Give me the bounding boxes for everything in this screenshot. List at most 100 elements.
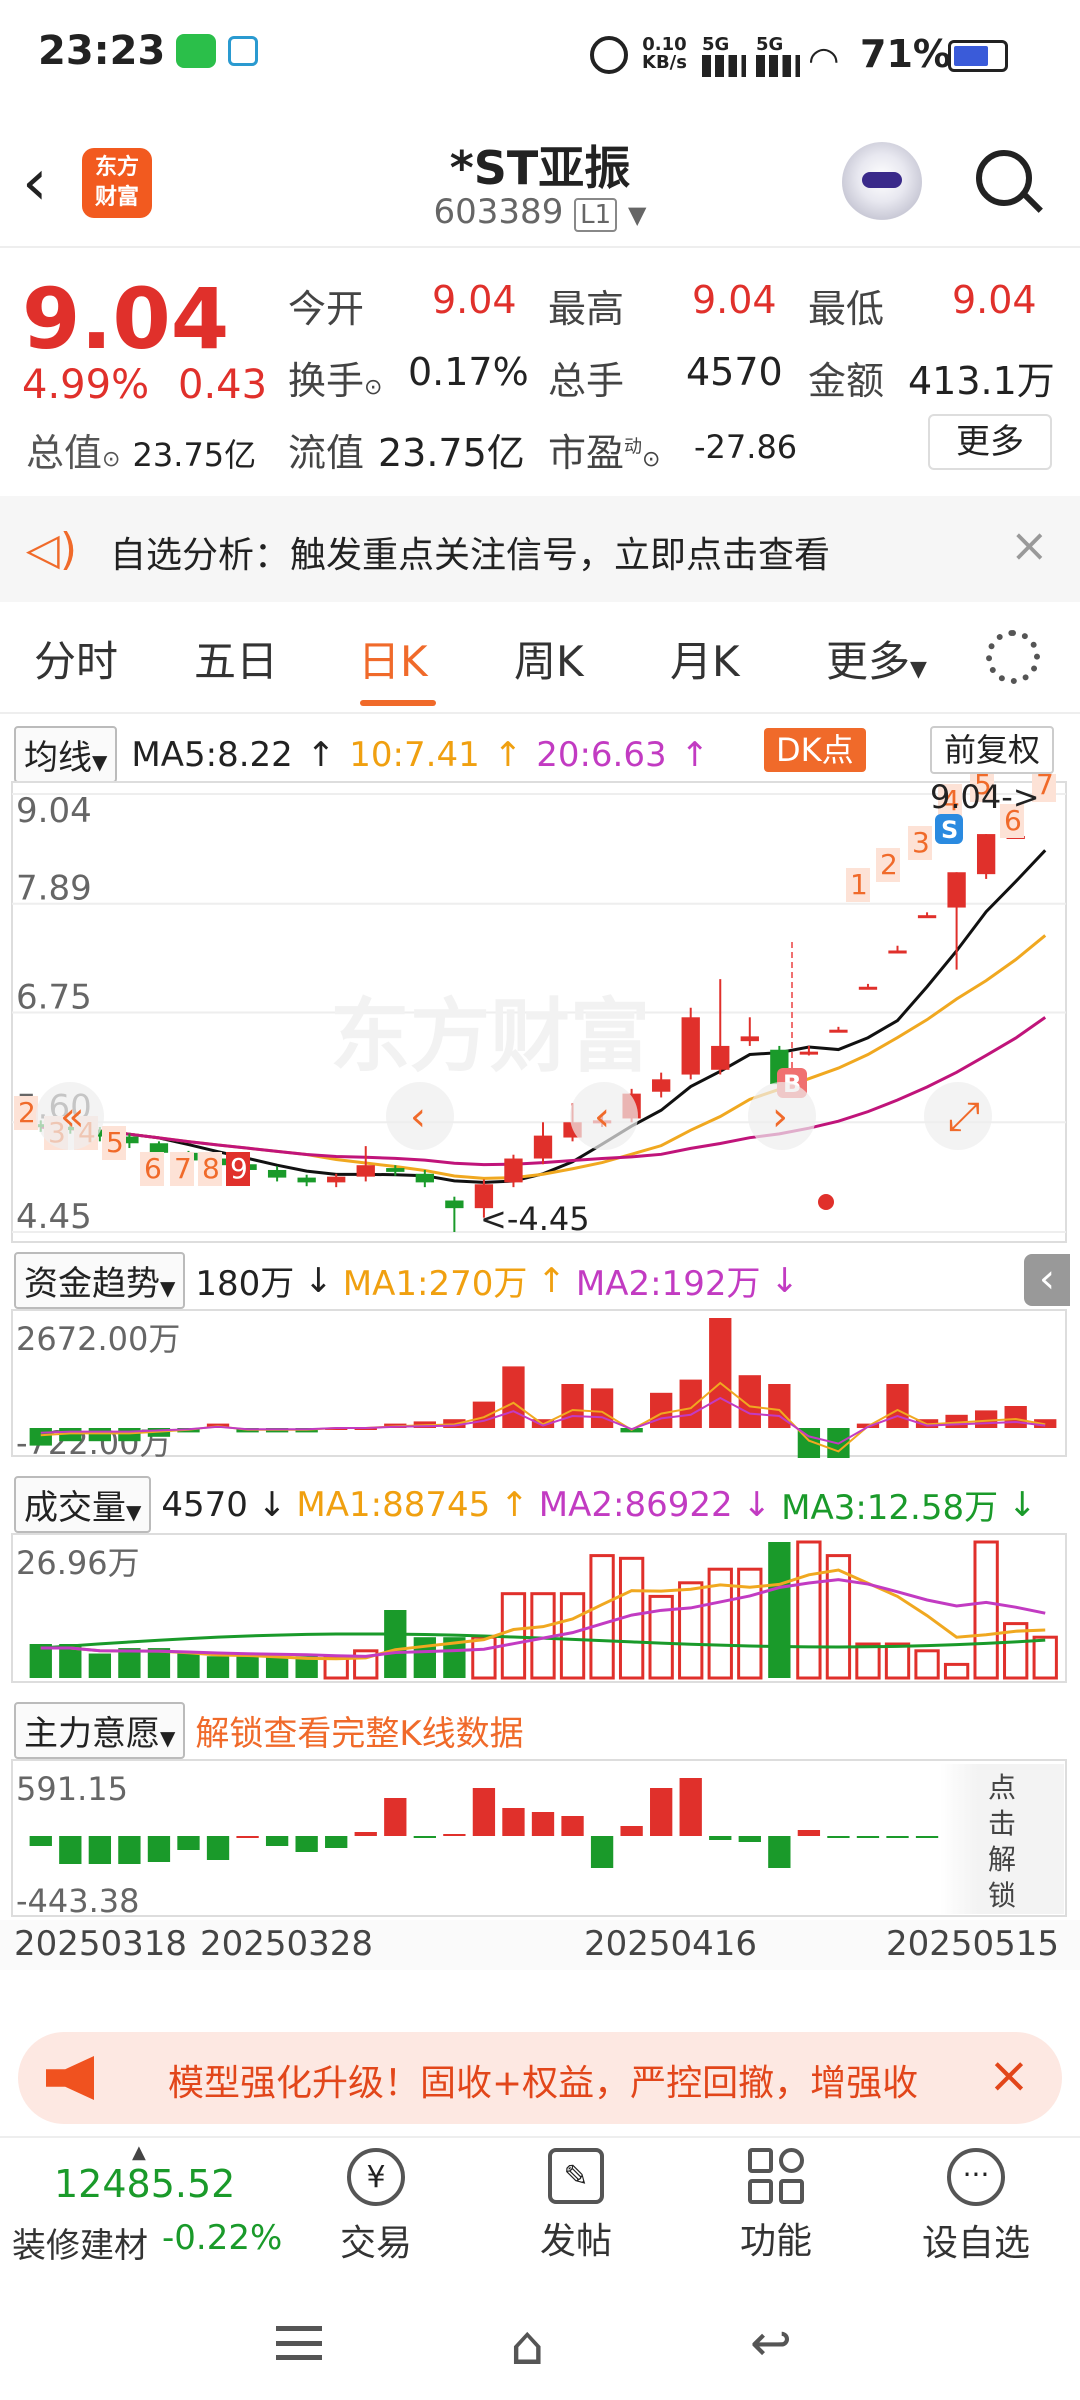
volume-ma3: MA3:12.58万 [781,1488,999,1528]
kline-chart[interactable]: 东方财富 9.047.896.755.604.45 23456789123456… [0,774,1080,1244]
td-sequence-number: 5 [106,1126,124,1159]
more-dots-icon: ··· [947,2148,1005,2206]
candle-body [652,1079,671,1092]
volume-bar [88,1653,112,1678]
app-notify-icon [228,36,258,66]
fund-bar [29,1428,52,1446]
close-promo-icon[interactable]: × [988,2046,1030,2104]
index-change[interactable]: -0.22% [162,2218,282,2258]
main-force-bar [886,1836,909,1838]
more-button[interactable]: 更多 [928,414,1052,470]
y-axis-label: 6.75 [16,978,92,1018]
volume-bar [973,1540,999,1680]
fund-bar [650,1392,673,1428]
latest-dot [818,1194,834,1210]
volume-value: 4570 [686,350,783,394]
candle-body [917,915,937,919]
unlock-side-panel[interactable]: 点击解锁 [940,1764,1064,1914]
td-sequence-number: 8 [202,1152,220,1185]
tab-intraday[interactable]: 分时 [34,628,118,689]
tab-more[interactable]: 更多▼ [826,628,927,689]
main-force-bar [29,1836,52,1846]
fund-bar [679,1379,702,1428]
tab-daily-k[interactable]: 日K [358,628,428,689]
trade-label: 交易 [339,2223,412,2264]
volume-chart[interactable]: 26.96万 [0,1532,1080,1684]
sell-signal-letter: S [941,816,958,844]
td-sequence-number: 1 [850,868,868,901]
tab-active-indicator [360,700,436,706]
float-cap-value: 23.75亿 [378,431,525,475]
banner-text: 自选分析：触发重点关注信号，立即点击查看 [110,535,831,576]
candle-body [327,1176,346,1183]
add-watchlist-button[interactable]: ··· 设自选 [906,2148,1046,2266]
signal1-icon: 5G [702,34,746,77]
ma20-label: 20:6.63 [536,734,667,775]
tab-5day[interactable]: 五日 [194,628,278,689]
change-amount: 0.43 [178,362,268,408]
unlock-link[interactable]: 解锁查看完整K线数据 [195,1706,523,1755]
trade-button[interactable]: ¥ 交易 [306,2148,446,2266]
main-force-bar [650,1788,673,1836]
index-value[interactable]: 12485.52 [54,2162,235,2206]
volume-bar [265,1656,289,1678]
net-speed: 0.10 KB/s [642,34,687,73]
date-label: 20250328 [200,1924,374,1964]
main-force-bar [206,1836,230,1860]
main-force-bar [443,1834,466,1836]
robot-assistant-icon[interactable] [842,142,922,222]
signal2-icon: 5G [756,34,800,77]
fund-trend-select[interactable]: 资金趋势▼ [14,1252,186,1309]
high-label: 最高 [548,287,625,331]
signal-banner[interactable]: ◁) 自选分析：触发重点关注信号，立即点击查看 × [0,496,1080,602]
low-label: 最低 [808,287,885,331]
fund-trend-chart[interactable]: 2672.00万 -722.00万 [0,1308,1080,1458]
settings-gear-icon[interactable] [986,630,1040,684]
candle-body [681,1017,700,1075]
main-force-select[interactable]: 主力意愿▼ [14,1702,186,1759]
adjust-button[interactable]: 前复权 [930,726,1055,774]
fund-bar [974,1410,998,1428]
post-button[interactable]: ✎ 发帖 [506,2148,646,2264]
volume-select[interactable]: 成交量▼ [14,1476,152,1533]
td-sequence-number: 9 [230,1152,248,1185]
prev-page-icon-glyph: « [60,1094,84,1140]
volume-bar [768,1542,791,1678]
main-force-bar [679,1778,702,1836]
home-icon[interactable]: ⌂ [510,2314,544,2377]
fund-trend-bar: 资金趋势▼ 180万 ↓ MA1:270万 ↑ MA2:192万 ↓ [14,1252,799,1309]
candle-body [445,1200,464,1209]
y-axis-label: 7.89 [16,869,92,909]
main-force-bar [354,1832,377,1836]
add-watchlist-label: 设自选 [921,2223,1030,2264]
fund-ma1: MA1:270万 [342,1264,528,1304]
y-axis-label: 4.45 [16,1197,92,1237]
main-force-bar [561,1816,584,1836]
close-icon[interactable]: × [1010,518,1049,572]
volume-bar [384,1610,407,1678]
function-label: 功能 [739,2221,812,2262]
candle-body [297,1177,316,1183]
tab-monthly-k[interactable]: 月K [670,628,740,689]
fund-bar [1004,1406,1027,1428]
collapse-panel-icon[interactable]: ‹ [1024,1254,1070,1306]
battery-text: 71% [860,32,951,76]
main-force-bar [236,1836,259,1838]
back-nav-icon[interactable]: ↩ [750,2314,792,2372]
volume-bar [678,1581,704,1680]
fund-bar [118,1428,141,1442]
fund-bar [88,1428,112,1442]
main-ybot: -443.38 [16,1882,140,1918]
function-button[interactable]: 功能 [706,2148,846,2264]
edit-icon: ✎ [548,2148,604,2204]
td-sequence-number: 2 [18,1096,36,1129]
date-axis: 20250318 20250328 20250416 20250515 [0,1920,1080,1970]
main-force-chart[interactable]: 591.15 -443.38 [0,1758,1080,1918]
dk-point-button[interactable]: DK点 [764,728,866,772]
volume-ma3-line [40,1632,1046,1650]
tab-weekly-k[interactable]: 周K [514,628,584,689]
promo-banner[interactable]: 模型强化升级！固收+权益，严控回撤，增强收 × [18,2032,1062,2124]
index-name[interactable]: 装修建材 [12,2218,148,2267]
menu-icon[interactable] [276,2326,322,2360]
volume-bar [1032,1635,1058,1680]
